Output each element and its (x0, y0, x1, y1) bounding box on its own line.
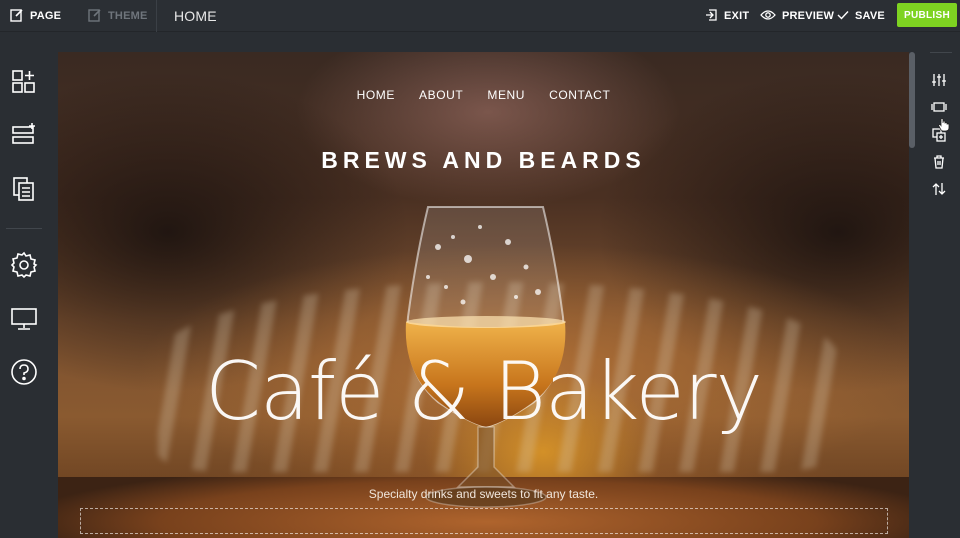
current-page-selector[interactable]: HOME (174, 0, 217, 32)
publish-button[interactable]: PUBLISH (897, 3, 957, 27)
save-label: SAVE (855, 10, 885, 22)
site-nav-contact[interactable]: CONTACT (549, 88, 610, 102)
top-toolbar: PAGE THEME HOME EXIT PREVIEW SAVE PUBLIS… (0, 0, 960, 32)
site-title[interactable]: BREWS AND BEARDS (58, 147, 909, 174)
sidebar-divider (6, 228, 42, 229)
page-edit-icon (10, 8, 24, 25)
preview-label: PREVIEW (782, 10, 835, 22)
pages-icon[interactable] (10, 175, 38, 203)
theme-edit-icon (88, 8, 102, 25)
add-row-icon[interactable] (10, 121, 38, 149)
reorder-icon[interactable] (931, 181, 947, 197)
site-nav-menu[interactable]: MENU (487, 88, 525, 102)
theme-tab[interactable]: THEME (88, 0, 148, 32)
hero-title[interactable]: Café & Bakery (58, 345, 909, 438)
selected-block-outline[interactable] (80, 508, 888, 534)
adjust-sliders-icon[interactable] (931, 72, 947, 88)
save-button[interactable]: SAVE (837, 0, 885, 32)
hero-subtitle[interactable]: Specialty drinks and sweets to fit any t… (58, 487, 909, 501)
site-navigation: HOME ABOUT MENU CONTACT (58, 88, 909, 102)
desktop-preview-icon[interactable] (10, 305, 38, 333)
exit-icon (704, 8, 718, 25)
right-toolbar-divider (930, 52, 952, 53)
left-sidebar (0, 33, 48, 538)
eye-icon (760, 9, 776, 24)
exit-label: EXIT (724, 10, 750, 22)
settings-icon[interactable] (10, 251, 38, 279)
site-nav-home[interactable]: HOME (357, 88, 395, 102)
add-section-icon[interactable] (10, 68, 38, 96)
page-canvas[interactable]: HOME ABOUT MENU CONTACT BREWS AND BEARDS… (58, 52, 909, 538)
delete-icon[interactable] (931, 154, 947, 170)
exit-button[interactable]: EXIT (704, 0, 749, 32)
site-nav-about[interactable]: ABOUT (419, 88, 463, 102)
page-tab-label: PAGE (30, 10, 62, 22)
hand-cursor-icon (938, 118, 950, 132)
preview-button[interactable]: PREVIEW (760, 0, 834, 32)
page-tab[interactable]: PAGE (10, 0, 61, 32)
theme-tab-label: THEME (108, 10, 148, 22)
help-icon[interactable] (10, 358, 38, 386)
right-toolbar (920, 33, 960, 538)
section-layout-icon[interactable] (931, 99, 947, 115)
checkmark-icon (837, 10, 849, 23)
canvas-scrollbar[interactable] (909, 52, 915, 148)
toolbar-divider (156, 0, 157, 32)
